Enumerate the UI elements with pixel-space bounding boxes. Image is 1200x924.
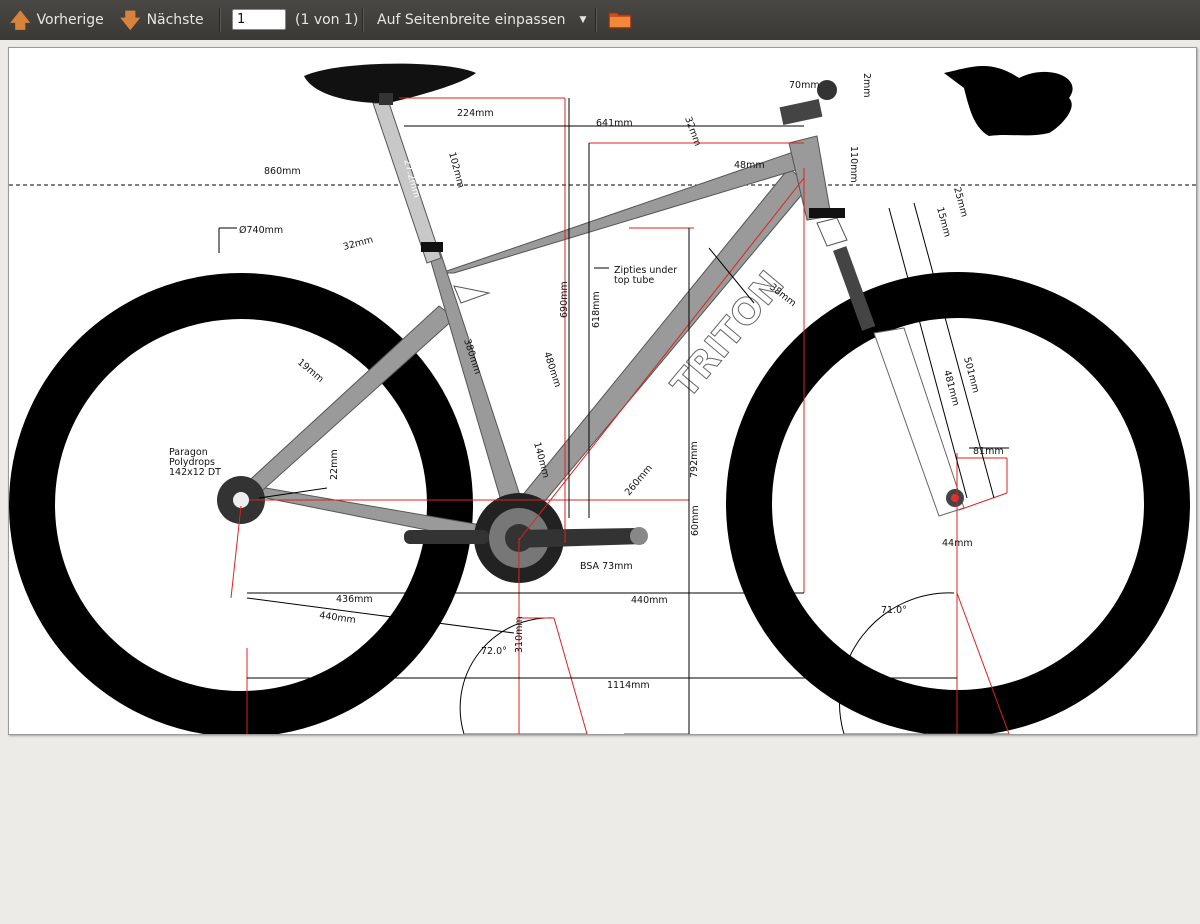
seat-angle-arc — [459, 617, 555, 735]
dim-bb-drop: 60mm — [690, 505, 701, 536]
dim-bb-height: 310mm — [514, 616, 525, 653]
dimension-labels: Ø740mm 224mm 641mm 70mm 2mm 32mm 48mm 11… — [169, 73, 1004, 691]
arrow-up-icon: 🡅 — [10, 8, 31, 32]
previous-page-label: Vorherige — [36, 12, 104, 28]
zoom-select[interactable]: Auf Seitenbreite einpassen ▼ — [377, 0, 586, 40]
dim-chainstay-dia: 22mm — [329, 449, 340, 480]
dim-seat-clamp: 102mm — [446, 151, 466, 189]
dim-fork-481: 481mm — [941, 369, 961, 407]
dim-chainstay-436: 436mm — [336, 594, 373, 605]
stem — [779, 99, 823, 125]
chevron-down-icon: ▼ — [579, 15, 587, 25]
dim-stack-618: 618mm — [591, 291, 602, 328]
dim-stack-690: 690mm — [559, 281, 570, 318]
toolbar-separator — [595, 8, 597, 32]
dim-axle-44: 44mm — [942, 538, 973, 549]
dim-front-center: 440mm — [631, 595, 668, 606]
dim-level-line: 860mm — [264, 166, 301, 177]
dim-reach-792: 792mm — [689, 441, 700, 478]
dim-headset-cup: 15mm — [934, 206, 953, 238]
seat-collar — [421, 242, 443, 252]
dim-seatstay: 19mm — [295, 357, 326, 385]
next-page-label: Nächste — [146, 12, 204, 28]
arrow-down-icon: 🡇 — [120, 8, 141, 32]
toolbar-separator — [362, 8, 364, 32]
open-folder-button[interactable] — [608, 10, 632, 29]
dim-top-tube: 641mm — [596, 118, 633, 129]
headset — [809, 208, 845, 218]
dim-headset-lower: 25mm — [951, 186, 970, 218]
geometry-lines — [230, 97, 1010, 735]
document-page: TRITON Ø740mm 224mm 641mm 70mm 2mm 32mm … — [8, 47, 1197, 737]
gusset — [453, 285, 491, 304]
dim-bb-140: 140mm — [531, 441, 551, 479]
document-viewport[interactable]: TRITON Ø740mm 224mm 641mm 70mm 2mm 32mm … — [0, 40, 1200, 924]
handlebar — [817, 80, 837, 100]
dim-chainstay-440: 440mm — [319, 610, 357, 626]
page-count: (1 von 1) — [295, 12, 359, 28]
dim-stem-height: 2mm — [861, 73, 872, 98]
dim-offset: 81mm — [973, 446, 1004, 457]
dim-seat-tube-480: 480mm — [541, 351, 563, 389]
dim-seat-collar: 32mm — [342, 234, 374, 253]
dim-head-angle: 71.0° — [881, 605, 907, 616]
dim-headtube-len: 110mm — [848, 146, 859, 183]
crank-arm — [514, 528, 644, 548]
dim-stem: 70mm — [789, 80, 820, 91]
dim-seatpost-top: 224mm — [457, 108, 494, 119]
dim-zipties-2: top tube — [614, 275, 654, 286]
next-page-button[interactable]: 🡇 Nächste — [120, 0, 204, 40]
bike-geometry-drawing: TRITON Ø740mm 224mm 641mm 70mm 2mm 32mm … — [9, 63, 1196, 737]
logo-scribble — [944, 66, 1073, 136]
dim-wheel: Ø740mm — [239, 225, 283, 236]
page-number-input[interactable] — [232, 9, 286, 30]
dim-headtube-dia: 48mm — [734, 160, 765, 171]
dim-bsa: BSA 73mm — [580, 561, 633, 572]
document-viewer-toolbar: 🡅 Vorherige 🡇 Nächste (1 von 1) Auf Seit… — [0, 0, 1200, 40]
dim-downtube-260: 260mm — [623, 463, 655, 498]
folder-icon — [608, 12, 632, 29]
previous-page-button[interactable]: 🡅 Vorherige — [10, 0, 104, 40]
left-crank — [404, 530, 489, 544]
dim-seat-angle: 72.0° — [481, 646, 507, 657]
zoom-select-label: Auf Seitenbreite einpassen — [377, 12, 566, 28]
dim-wheelbase: 1114mm — [607, 680, 650, 691]
seatpost — [372, 102, 442, 264]
toolbar-separator — [219, 8, 221, 32]
fork — [816, 217, 965, 517]
dim-dropout-3: 142x12 DT — [169, 467, 221, 478]
